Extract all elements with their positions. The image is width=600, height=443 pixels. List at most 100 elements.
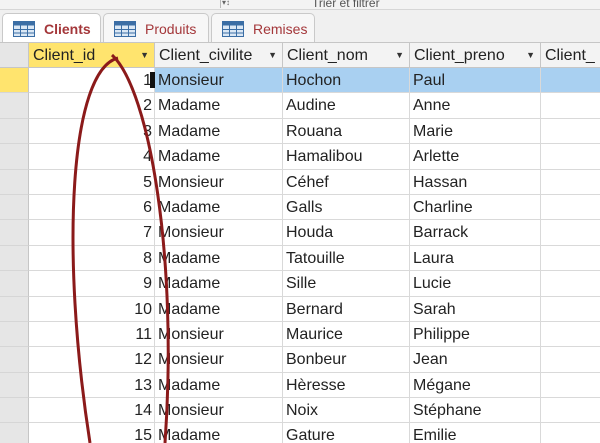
cell-client-prenom[interactable]: Laura bbox=[410, 245, 541, 272]
cell-client-prenom[interactable]: Lucie bbox=[410, 271, 541, 297]
cell-client-prenom[interactable]: Emilie bbox=[410, 423, 541, 443]
cell-client-prenom[interactable]: Philippe bbox=[410, 321, 541, 348]
table-row[interactable]: 3 Madame Rouana Marie bbox=[0, 118, 600, 145]
table-row[interactable]: 9 Madame Sille Lucie bbox=[0, 271, 600, 297]
table-row[interactable]: 13 Madame Hèresse Mégane bbox=[0, 372, 600, 399]
chevron-down-icon[interactable]: ▼ bbox=[268, 43, 277, 67]
chevron-down-icon[interactable]: ▼ bbox=[526, 43, 535, 67]
table-row[interactable]: 15 Madame Gature Emilie bbox=[0, 423, 600, 443]
table-row[interactable]: 5 Monsieur Céhef Hassan bbox=[0, 169, 600, 195]
cell-client-next[interactable] bbox=[541, 423, 600, 443]
cell-client-next[interactable] bbox=[541, 297, 600, 322]
record-selector[interactable] bbox=[0, 372, 29, 399]
cell-client-civilite[interactable]: Monsieur bbox=[155, 68, 283, 94]
table-row[interactable]: 8 Madame Tatouille Laura bbox=[0, 245, 600, 272]
table-row[interactable]: 10 Madame Bernard Sarah bbox=[0, 296, 600, 322]
column-header-client-next[interactable]: Client_ bbox=[541, 43, 600, 68]
table-row[interactable]: 2 Madame Audine Anne bbox=[0, 93, 600, 119]
cell-client-id[interactable]: 3 bbox=[29, 118, 155, 145]
cell-client-nom[interactable]: Céhef bbox=[283, 169, 410, 195]
cell-client-id[interactable]: 2 bbox=[29, 93, 155, 119]
cell-client-nom[interactable]: Houda bbox=[283, 220, 410, 246]
cell-client-civilite[interactable]: Monsieur bbox=[155, 347, 283, 373]
cell-client-civilite[interactable]: Monsieur bbox=[155, 220, 283, 246]
tab-produits[interactable]: Produits bbox=[103, 13, 209, 43]
cell-client-prenom[interactable]: Anne bbox=[410, 93, 541, 119]
cell-client-next[interactable] bbox=[541, 347, 600, 373]
cell-client-next[interactable] bbox=[541, 68, 600, 94]
table-row[interactable]: 7 Monsieur Houda Barrack bbox=[0, 220, 600, 246]
table-row[interactable]: 12 Monsieur Bonbeur Jean bbox=[0, 347, 600, 373]
cell-client-prenom[interactable]: Marie bbox=[410, 118, 541, 145]
table-row[interactable]: 11 Monsieur Maurice Philippe bbox=[0, 321, 600, 348]
cell-client-prenom[interactable]: Jean bbox=[410, 347, 541, 373]
tab-clients[interactable]: Clients bbox=[2, 13, 101, 44]
cell-client-nom[interactable]: Maurice bbox=[283, 321, 410, 348]
cell-client-civilite[interactable]: Madame bbox=[155, 118, 283, 145]
record-selector[interactable] bbox=[0, 118, 29, 145]
record-selector[interactable] bbox=[0, 144, 29, 170]
cell-client-civilite[interactable]: Madame bbox=[155, 144, 283, 170]
record-selector[interactable] bbox=[0, 296, 29, 322]
cell-client-nom[interactable]: Noix bbox=[283, 398, 410, 424]
cell-client-prenom[interactable]: Sarah bbox=[410, 296, 541, 322]
cell-client-id[interactable]: 8 bbox=[29, 245, 155, 272]
record-selector[interactable] bbox=[0, 271, 29, 297]
cell-client-id[interactable]: 6 bbox=[29, 194, 155, 221]
cell-client-next[interactable] bbox=[541, 373, 600, 399]
record-selector[interactable] bbox=[0, 194, 29, 221]
column-header-client-civilite[interactable]: Client_civilite ▼ bbox=[155, 43, 283, 68]
cell-client-nom[interactable]: Audine bbox=[283, 93, 410, 119]
cell-client-nom[interactable]: Tatouille bbox=[283, 245, 410, 272]
cell-client-civilite[interactable]: Madame bbox=[155, 372, 283, 399]
cell-client-prenom[interactable]: Stéphane bbox=[410, 398, 541, 424]
cell-client-civilite[interactable]: Madame bbox=[155, 194, 283, 221]
cell-client-civilite[interactable]: Madame bbox=[155, 271, 283, 297]
cell-client-nom[interactable]: Sille bbox=[283, 271, 410, 297]
chevron-down-icon[interactable]: ▼ bbox=[140, 43, 149, 67]
column-header-client-id[interactable]: Client_id ▼ bbox=[29, 43, 155, 68]
cell-client-id[interactable]: 4 bbox=[29, 144, 155, 170]
record-selector[interactable] bbox=[0, 169, 29, 195]
cell-client-civilite[interactable]: Madame bbox=[155, 93, 283, 119]
cell-client-id[interactable]: 5 bbox=[29, 169, 155, 195]
cell-client-nom[interactable]: Rouana bbox=[283, 118, 410, 145]
cell-client-nom[interactable]: Galls bbox=[283, 194, 410, 221]
cell-client-id[interactable]: 9 bbox=[29, 271, 155, 297]
cell-client-civilite[interactable]: Madame bbox=[155, 245, 283, 272]
record-selector[interactable] bbox=[0, 423, 29, 443]
cell-client-civilite[interactable]: Madame bbox=[155, 296, 283, 322]
cell-client-prenom[interactable]: Barrack bbox=[410, 220, 541, 246]
cell-client-nom[interactable]: Hèresse bbox=[283, 372, 410, 399]
cell-client-next[interactable] bbox=[541, 220, 600, 246]
tab-remises[interactable]: Remises bbox=[211, 13, 315, 43]
table-row[interactable]: 14 Monsieur Noix Stéphane bbox=[0, 398, 600, 424]
column-header-client-prenom[interactable]: Client_preno ▼ bbox=[410, 43, 541, 68]
record-selector[interactable] bbox=[0, 245, 29, 272]
cell-client-next[interactable] bbox=[541, 322, 600, 348]
record-selector[interactable] bbox=[0, 398, 29, 424]
cell-client-id[interactable]: 15 bbox=[29, 423, 155, 443]
cell-client-prenom[interactable]: Charline bbox=[410, 194, 541, 221]
cell-client-civilite[interactable]: Monsieur bbox=[155, 169, 283, 195]
cell-client-civilite[interactable]: Monsieur bbox=[155, 321, 283, 348]
cell-client-next[interactable] bbox=[541, 398, 600, 424]
cell-client-id[interactable]: 7 bbox=[29, 220, 155, 246]
cell-client-civilite[interactable]: Madame bbox=[155, 423, 283, 443]
cell-client-next[interactable] bbox=[541, 144, 600, 170]
column-header-client-nom[interactable]: Client_nom ▼ bbox=[283, 43, 410, 68]
cell-client-id[interactable]: 10 bbox=[29, 296, 155, 322]
cell-client-nom[interactable]: Hamalibou bbox=[283, 144, 410, 170]
record-selector[interactable] bbox=[0, 347, 29, 373]
table-row[interactable]: 4 Madame Hamalibou Arlette bbox=[0, 144, 600, 170]
cell-client-next[interactable] bbox=[541, 119, 600, 145]
record-selector[interactable] bbox=[0, 93, 29, 119]
cell-client-prenom[interactable]: Paul bbox=[410, 68, 541, 94]
cell-client-nom[interactable]: Bonbeur bbox=[283, 347, 410, 373]
cell-client-civilite[interactable]: Monsieur bbox=[155, 398, 283, 424]
cell-client-id[interactable]: 11 bbox=[29, 321, 155, 348]
chevron-down-icon[interactable]: ▼ bbox=[395, 43, 404, 67]
cell-client-next[interactable] bbox=[541, 271, 600, 297]
cell-client-id[interactable]: 12 bbox=[29, 347, 155, 373]
cell-client-next[interactable] bbox=[541, 170, 600, 195]
